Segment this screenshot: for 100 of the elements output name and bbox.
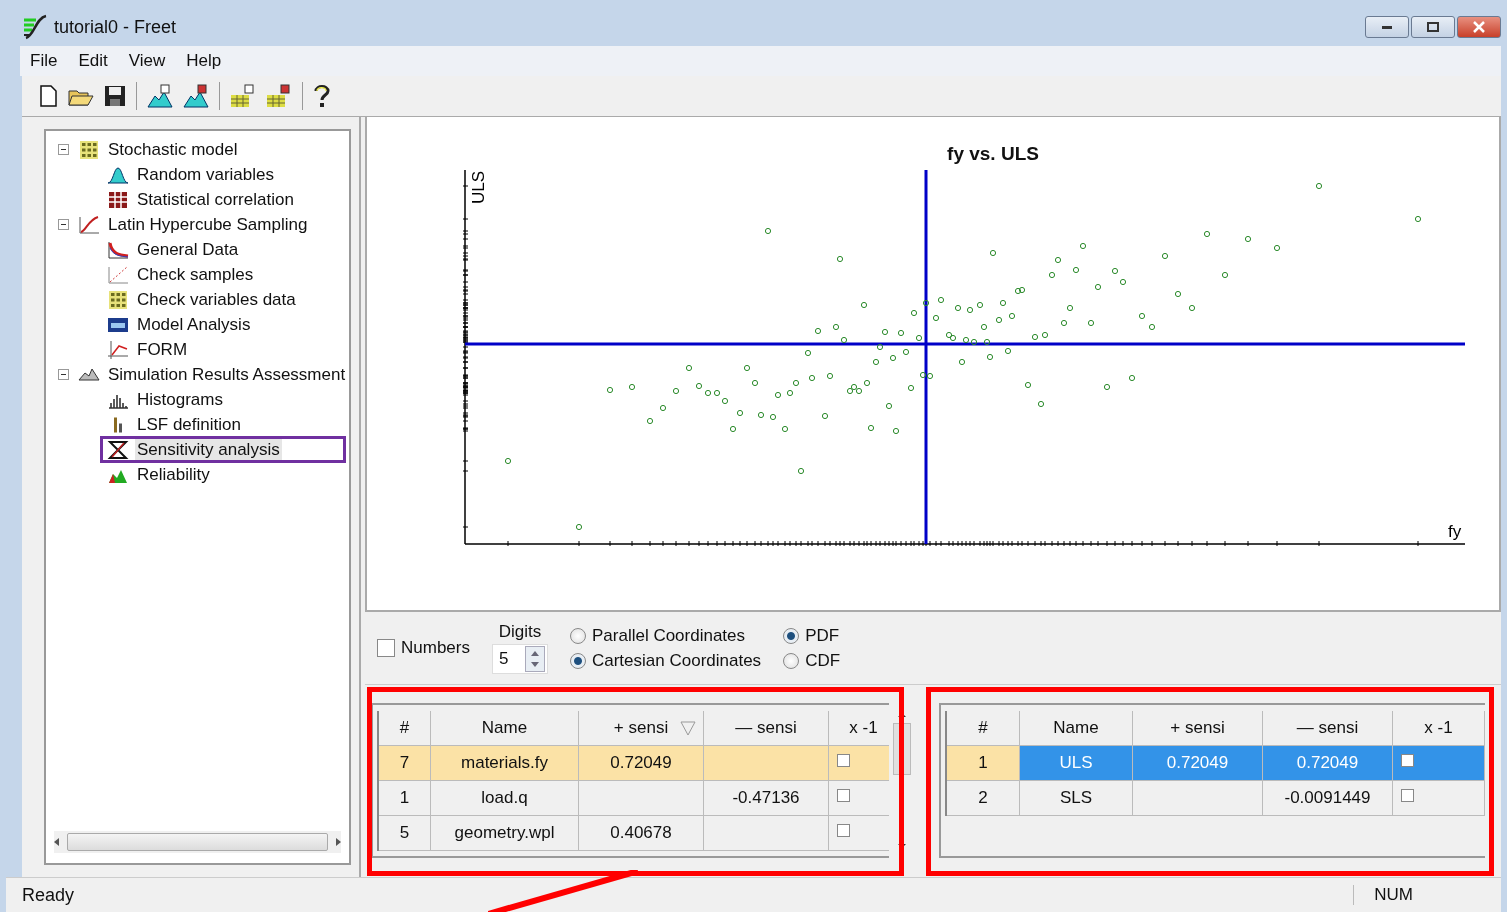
- data-point: [786, 389, 794, 397]
- radio-button[interactable]: [783, 627, 800, 644]
- data-point: [1094, 283, 1102, 291]
- scroll-right-icon[interactable]: [336, 838, 341, 846]
- collapse-toggle[interactable]: [58, 219, 72, 230]
- data-point: [1221, 271, 1229, 279]
- menu-item[interactable]: Help: [186, 51, 222, 71]
- data-point: [932, 314, 940, 322]
- data-point: [1054, 256, 1062, 264]
- column-header[interactable]: x -1: [1393, 711, 1485, 746]
- menu-item[interactable]: View: [128, 51, 166, 71]
- data-point: [774, 391, 782, 399]
- checkbox[interactable]: [837, 789, 850, 802]
- data-point: [1244, 235, 1252, 243]
- data-point: [860, 301, 868, 309]
- checkbox[interactable]: [837, 824, 850, 837]
- data-point: [1066, 304, 1074, 312]
- data-point: [989, 249, 997, 257]
- data-point: [1161, 252, 1169, 260]
- status-indicator: NUM: [1353, 885, 1441, 905]
- digits-spinner[interactable]: 5: [491, 644, 548, 674]
- chart-import-icon[interactable]: [145, 84, 175, 108]
- tree-item[interactable]: Simulation Results Assessment: [106, 363, 348, 386]
- tree-item[interactable]: Check variables data: [135, 288, 298, 311]
- data-point: [1138, 312, 1146, 320]
- data-point: [872, 358, 880, 366]
- scroll-left-icon[interactable]: [54, 838, 59, 846]
- column-header[interactable]: Name: [431, 711, 579, 746]
- tree-item[interactable]: Latin Hypercube Sampling: [106, 213, 310, 236]
- column-header[interactable]: #: [947, 711, 1020, 746]
- tree-item[interactable]: Check samples: [135, 263, 256, 286]
- spin-arrows-icon: [524, 646, 545, 672]
- checkbox[interactable]: [1401, 789, 1414, 802]
- table-cell: 0.72049: [579, 746, 704, 781]
- collapse-toggle[interactable]: [58, 144, 72, 155]
- numbers-checkbox[interactable]: [377, 639, 395, 657]
- data-point: [672, 387, 680, 395]
- data-point: [983, 338, 991, 346]
- data-point: [876, 343, 884, 351]
- bars-icon: [113, 416, 123, 433]
- column-header[interactable]: — sensi: [1263, 711, 1393, 746]
- data-point: [1087, 319, 1095, 327]
- radio-button[interactable]: [569, 627, 586, 644]
- table-cell: load.q: [431, 781, 579, 816]
- data-point: [889, 354, 897, 362]
- radio-button[interactable]: [569, 652, 586, 669]
- column-header[interactable]: — sensi: [704, 711, 829, 746]
- column-header[interactable]: Name: [1020, 711, 1133, 746]
- checkbox[interactable]: [837, 754, 850, 767]
- tree-item[interactable]: General Data: [135, 238, 241, 261]
- chart-export-icon[interactable]: [181, 84, 211, 108]
- data-point: [897, 329, 905, 337]
- bell-curve-icon: [107, 165, 129, 184]
- tree-item[interactable]: FORM: [135, 338, 190, 361]
- app-icon: [22, 14, 48, 40]
- tree-item[interactable]: Stochastic model: [106, 138, 240, 161]
- data-point: [628, 383, 636, 391]
- minimize-button[interactable]: [1365, 16, 1409, 38]
- tree-item[interactable]: LSF definition: [135, 413, 243, 436]
- checkbox-label: Numbers: [401, 638, 470, 658]
- menu-item[interactable]: File: [30, 51, 58, 71]
- data-point: [980, 323, 988, 331]
- tree-item[interactable]: Model Analysis: [135, 313, 253, 336]
- data-point: [1072, 266, 1080, 274]
- tree-item[interactable]: Sensitivity analysis: [135, 438, 282, 461]
- horizontal-scrollbar[interactable]: [54, 831, 341, 853]
- dotted-line-icon: [107, 264, 129, 285]
- tree-item[interactable]: Histograms: [135, 388, 225, 411]
- tree-item[interactable]: Reliability: [135, 463, 212, 486]
- save-icon[interactable]: [102, 85, 128, 107]
- close-button[interactable]: [1457, 16, 1501, 38]
- data-point: [736, 409, 744, 417]
- column-header[interactable]: + sensi: [1133, 711, 1263, 746]
- collapse-toggle[interactable]: [58, 369, 72, 380]
- data-point: [1079, 242, 1087, 250]
- checkbox[interactable]: [1401, 754, 1414, 767]
- menu-item[interactable]: Edit: [78, 51, 108, 71]
- data-point: [1048, 271, 1056, 279]
- data-point: [751, 379, 759, 387]
- window-title: tutorial0 - Freet: [54, 16, 177, 38]
- data-point: [995, 316, 1003, 324]
- radio-button[interactable]: [783, 652, 800, 669]
- row-number-cell: 1: [379, 781, 431, 816]
- data-point: [902, 348, 910, 356]
- data-point: [1111, 267, 1119, 275]
- data-point: [966, 306, 974, 314]
- data-point: [1024, 381, 1032, 389]
- maximize-button[interactable]: [1411, 16, 1455, 38]
- mountain-icon: [78, 368, 100, 381]
- data-point: [892, 427, 900, 435]
- row-number-cell: 5: [379, 816, 431, 851]
- tree-item[interactable]: Random variables: [135, 163, 276, 186]
- radio-label: Cartesian Coordinates: [591, 650, 762, 671]
- column-header[interactable]: + sensi: [579, 711, 704, 746]
- data-point: [646, 417, 654, 425]
- data-point: [999, 299, 1007, 307]
- data-point: [986, 353, 994, 361]
- radio-label: Parallel Coordinates: [591, 625, 746, 646]
- tree-item[interactable]: Statistical correlation: [135, 188, 296, 211]
- column-header[interactable]: #: [379, 711, 431, 746]
